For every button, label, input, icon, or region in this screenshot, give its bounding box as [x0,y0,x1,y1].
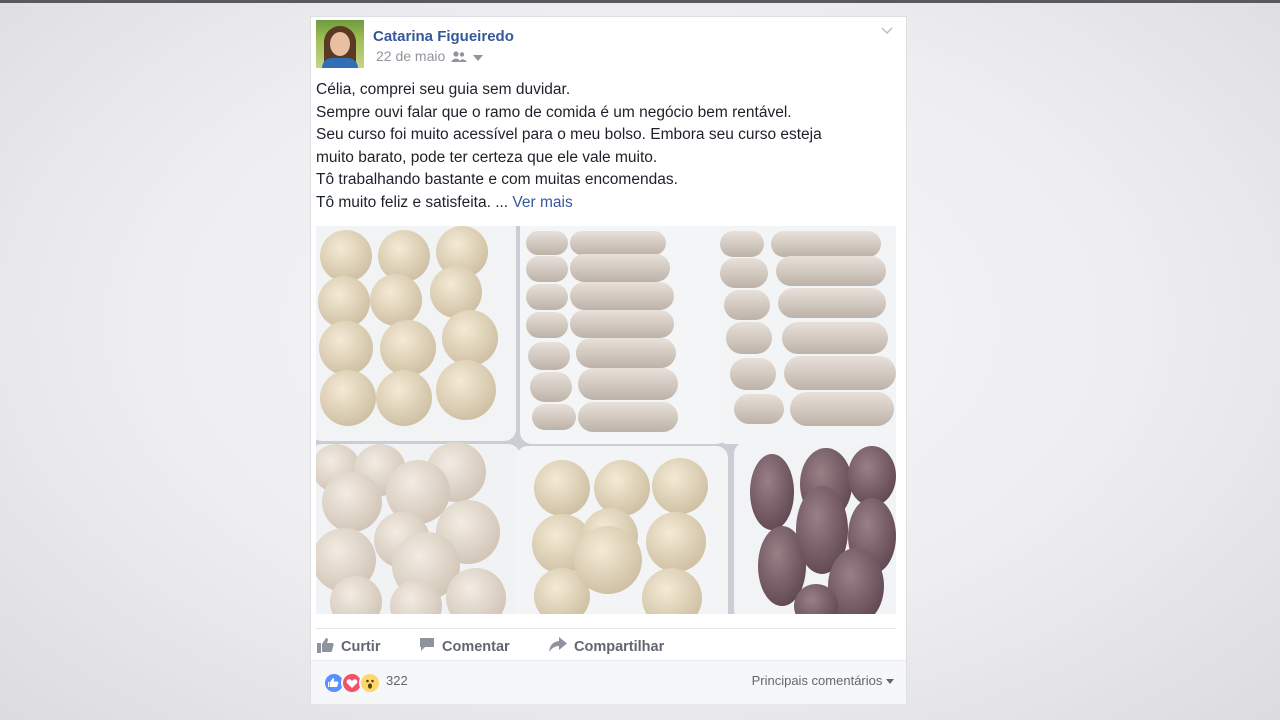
post-text-line-last: Tô muito feliz e satisfeita. ... Ver mai… [316,193,573,211]
avatar[interactable] [316,20,364,68]
post-text-line: Célia, comprei seu guia sem duvidar. [316,81,571,98]
reaction-icons[interactable] [323,672,381,694]
share-icon [549,637,567,656]
post-options-chevron-icon[interactable] [881,23,893,37]
post-text-line: Seu curso foi muito acessível para o meu… [316,126,822,143]
see-more-link[interactable]: Ver mais [512,194,572,211]
post-text-line: muito barato, pode ter certeza que ele v… [316,148,658,166]
post-date[interactable]: 22 de maio [376,48,445,64]
post-meta: 22 de maio [376,48,484,64]
comment-button[interactable]: Comentar [419,637,510,656]
post-photo-snacks-trays[interactable] [316,226,896,614]
top-border [0,0,1280,3]
post-text-line: Tô trabalhando bastante e com muitas enc… [316,171,678,188]
comment-sort-label: Principais comentários [751,673,883,688]
comment-icon [419,637,435,656]
sort-dropdown-icon [886,673,894,688]
actions-divider [316,628,896,629]
like-button[interactable]: Curtir [317,637,380,657]
share-label: Compartilhar [574,638,665,655]
reaction-wow-icon [359,672,381,694]
reactions-bar: 322 Principais comentários [311,660,906,704]
post-text-line: Sempre ouvi falar que o ramo de comida é… [316,103,792,121]
reaction-count[interactable]: 322 [386,673,408,688]
comment-sort-dropdown[interactable]: Principais comentários [752,673,894,688]
share-button[interactable]: Compartilhar [549,637,664,656]
audience-dropdown-icon[interactable] [473,48,484,64]
audience-friends-icon[interactable] [451,50,468,62]
facebook-post-card: Catarina Figueiredo 22 de maio Célia, co… [310,16,907,704]
post-text: Célia, comprei seu guia sem duvidar. Sem… [316,79,896,214]
like-icon [317,637,334,657]
like-label: Curtir [341,639,381,655]
comment-label: Comentar [442,638,510,655]
author-name[interactable]: Catarina Figueiredo [373,28,514,45]
